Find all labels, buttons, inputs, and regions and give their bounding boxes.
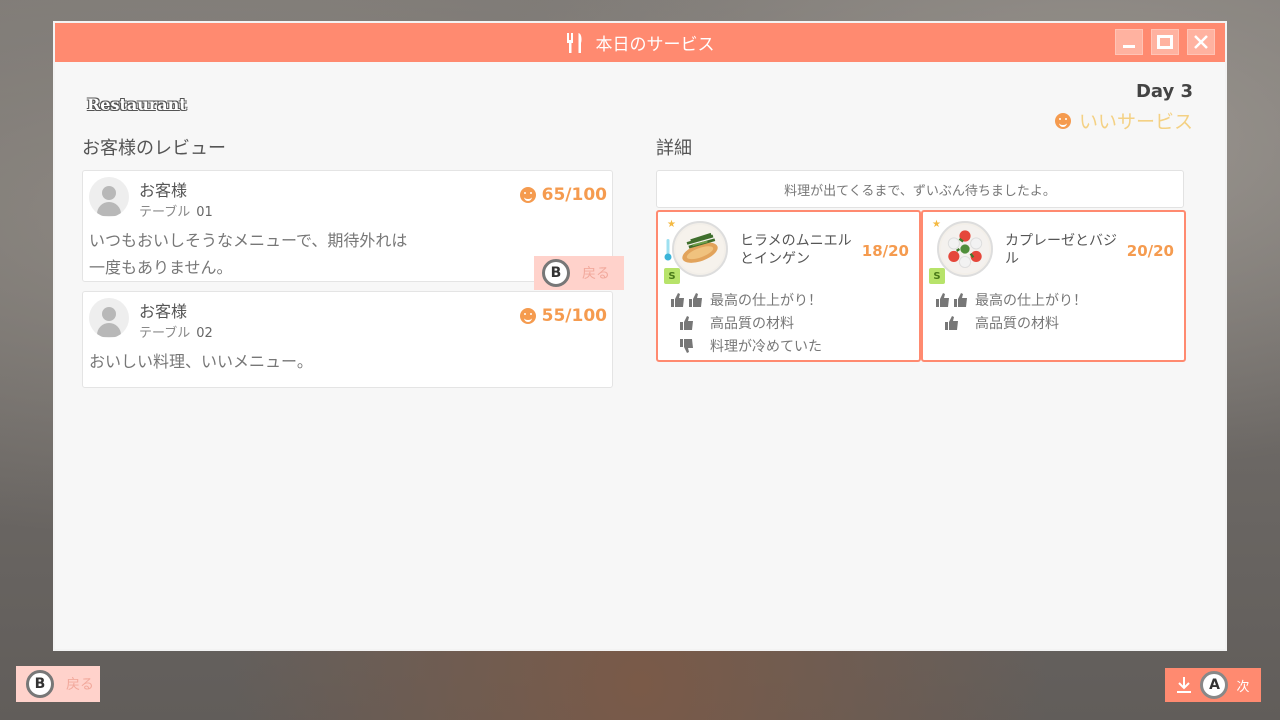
feedback-row: 最高の仕上がり！ <box>929 290 1087 310</box>
dish-name: カプレーゼとバジル <box>1005 233 1117 267</box>
feedback-text: 高品質の材料 <box>975 316 1059 332</box>
b-button-icon: B <box>542 259 570 287</box>
thumbs-up-icon <box>929 315 975 331</box>
feedback-text: 高品質の材料 <box>710 316 794 332</box>
dish-card[interactable]: ★ S ヒラメのムニエルとインゲン 18/20 最高の仕上がり！ 高品質の材料 … <box>656 210 921 362</box>
inline-back-label: 戻る <box>582 266 610 282</box>
close-icon <box>1194 35 1208 49</box>
review-card[interactable]: お客様 テーブル 02 55/100 おいしい料理、いいメニュー。 <box>82 291 613 388</box>
maximize-icon <box>1157 35 1173 49</box>
grade-badge: S <box>929 268 945 284</box>
minimize-icon <box>1123 45 1135 48</box>
review-text-line: おいしい料理、いいメニュー。 <box>89 352 313 371</box>
minimize-button[interactable] <box>1115 29 1143 55</box>
customer-avatar-icon <box>89 177 129 217</box>
service-window: 本日のサービス Restaurant Day 3 いいサービス お客様のレビュー… <box>53 21 1227 651</box>
detail-note: 料理が出てくるまで、ずいぶん待ちましたよ。 <box>656 170 1184 208</box>
feedback-row: 最高の仕上がり！ <box>664 290 822 310</box>
next-button[interactable]: A 次 <box>1165 668 1261 702</box>
table-number: 01 <box>196 205 213 220</box>
reviews-section-title: お客様のレビュー <box>82 138 226 159</box>
close-button[interactable] <box>1187 29 1215 55</box>
review-text-line: いつもおいしそうなメニューで、期待外れは <box>89 231 408 250</box>
customer-score: 55/100 <box>519 306 607 326</box>
caprese-image <box>937 221 993 277</box>
review-text: おいしい料理、いいメニュー。 <box>89 348 313 375</box>
inline-back-button[interactable]: B 戻る <box>534 256 624 290</box>
feedback-text: 最高の仕上がり！ <box>975 293 1087 309</box>
table-label: テーブル <box>139 205 191 220</box>
dish-name: ヒラメのムニエルとインゲン <box>740 233 852 267</box>
download-icon <box>1177 677 1192 693</box>
review-text-line: 一度もありません。 <box>89 258 233 277</box>
window-title-text: 本日のサービス <box>595 35 715 55</box>
a-button-icon: A <box>1200 671 1229 699</box>
customer-name: お客様 <box>139 181 188 200</box>
dish-score: 18/20 <box>861 242 909 260</box>
feedback-text: 料理が冷めていた <box>710 339 822 355</box>
sole-meuniere-image <box>672 221 728 277</box>
feedback-row: 料理が冷めていた <box>664 336 822 356</box>
dish-score: 20/20 <box>1126 242 1174 260</box>
feedback-row: 高品質の材料 <box>664 313 794 333</box>
double-thumbs-up-icon <box>929 292 975 308</box>
service-rating-text: いいサービス <box>1078 111 1193 133</box>
next-label: 次 <box>1236 679 1250 695</box>
double-thumbs-up-icon <box>664 292 710 308</box>
thumbs-down-icon <box>664 338 710 354</box>
service-rating: いいサービス <box>1054 107 1193 134</box>
back-label: 戻る <box>66 677 94 693</box>
table-label: テーブル <box>139 326 191 341</box>
customer-score-text: 55/100 <box>541 306 607 326</box>
thumbs-up-icon <box>664 315 710 331</box>
feedback-row: 高品質の材料 <box>929 313 1059 333</box>
smile-icon <box>1054 112 1071 129</box>
title-bar: 本日のサービス <box>55 23 1225 62</box>
thermometer-icon <box>664 239 672 261</box>
restaurant-logo: Restaurant <box>87 95 187 114</box>
smile-icon <box>519 308 536 324</box>
window-controls <box>1115 29 1215 55</box>
dish-card[interactable]: ★ S カプレーゼとバジル 20/20 最高の仕上がり！ 高品質の材料 <box>921 210 1186 362</box>
fork-knife-icon <box>566 32 582 53</box>
customer-score-text: 65/100 <box>541 185 607 205</box>
grade-badge: S <box>664 268 680 284</box>
customer-avatar-icon <box>89 298 129 338</box>
feedback-text: 最高の仕上がり！ <box>710 293 822 309</box>
window-title: 本日のサービス <box>566 30 715 55</box>
customer-table: テーブル 01 <box>139 201 213 220</box>
back-button[interactable]: B 戻る <box>16 666 100 702</box>
b-button-icon: B <box>26 670 54 698</box>
customer-name: お客様 <box>139 302 188 321</box>
smile-icon <box>519 187 536 203</box>
review-text: いつもおいしそうなメニューで、期待外れは 一度もありません。 <box>89 227 407 281</box>
star-icon: ★ <box>667 219 676 230</box>
details-section-title: 詳細 <box>656 138 692 159</box>
day-label: Day 3 <box>1135 81 1193 102</box>
customer-table: テーブル 02 <box>139 322 213 341</box>
maximize-button[interactable] <box>1151 29 1179 55</box>
table-number: 02 <box>196 326 213 341</box>
star-icon: ★ <box>932 219 941 230</box>
customer-score: 65/100 <box>519 185 607 205</box>
